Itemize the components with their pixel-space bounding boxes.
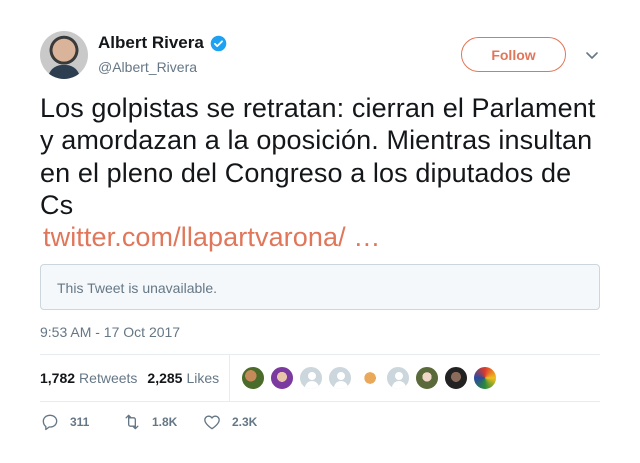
like-count: 2.3K: [232, 415, 258, 429]
tweet-link[interactable]: twitter.com/llapartvarona/ …: [43, 221, 610, 253]
tweet-body: Los golpistas se retratan: cierran el Pa…: [40, 93, 596, 220]
tweet-stats: 1,782 Retweets 2,285 Likes: [40, 355, 219, 401]
tweet-timestamp[interactable]: 9:53 AM - 17 Oct 2017: [40, 324, 180, 340]
likes-label: Likes: [186, 370, 220, 386]
author-avatar[interactable]: [40, 31, 88, 79]
author-name-row[interactable]: Albert Rivera: [98, 33, 227, 53]
stats-divider: [229, 355, 230, 401]
liker-avatar[interactable]: [415, 366, 439, 390]
liker-avatar[interactable]: [357, 366, 381, 390]
liker-avatar[interactable]: [328, 366, 352, 390]
retweet-icon: [125, 414, 139, 430]
liker-avatar[interactable]: [444, 366, 468, 390]
liker-avatar[interactable]: [270, 366, 294, 390]
like-button[interactable]: 2.3K: [202, 412, 257, 432]
likes-count: 2,285: [147, 370, 183, 386]
liker-avatar[interactable]: [386, 366, 410, 390]
likes-stat[interactable]: 2,285 Likes: [147, 370, 219, 386]
retweets-label: Retweets: [79, 370, 138, 386]
retweet-count: 1.8K: [152, 415, 178, 429]
author-handle[interactable]: @Albert_Rivera: [98, 59, 197, 75]
follow-button[interactable]: Follow: [461, 37, 566, 72]
retweets-count: 1,782: [40, 370, 76, 386]
quoted-tweet-unavailable: This Tweet is unavailable.: [40, 264, 600, 310]
verified-badge-icon: [210, 35, 227, 51]
author-display-name[interactable]: Albert Rivera: [98, 33, 204, 53]
retweet-button[interactable]: 1.8K: [122, 412, 202, 432]
liker-avatars: [241, 366, 502, 390]
retweets-stat[interactable]: 1,782 Retweets: [40, 370, 137, 386]
divider: [40, 401, 600, 402]
reply-button[interactable]: 311: [40, 412, 122, 432]
reply-count: 311: [70, 415, 90, 429]
tweet-actions: 311 1.8K 2.3K: [40, 412, 257, 432]
tweet-text: Los golpistas se retratan: cierran el Pa…: [40, 92, 610, 253]
heart-icon: [204, 415, 220, 430]
liker-avatar[interactable]: [241, 366, 265, 390]
chevron-down-icon[interactable]: [584, 47, 600, 63]
liker-avatar[interactable]: [299, 366, 323, 390]
reply-icon: [42, 414, 58, 431]
liker-avatar[interactable]: [473, 366, 497, 390]
